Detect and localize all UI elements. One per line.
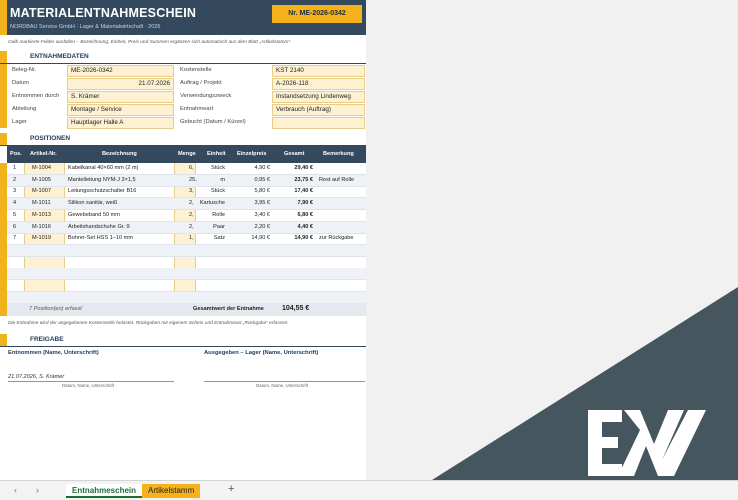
section-freigabe: FREIGABE — [0, 334, 366, 347]
page-title: MATERIALENTNAHMESCHEIN — [10, 6, 197, 20]
tab-entnahmeschein[interactable]: Entnahmeschein — [66, 484, 143, 498]
cell-gesamt: 7,90 € — [297, 200, 313, 207]
tab-prev-icon[interactable]: ‹ — [14, 485, 17, 495]
field-gebucht[interactable] — [272, 117, 365, 129]
canvas-background — [366, 0, 738, 480]
left-accent-strip — [0, 64, 7, 128]
table-row[interactable]: 4 M-1011 Silikon sanitär, weiß 2, Kartusche 3… — [7, 198, 366, 211]
section-marker — [0, 133, 7, 145]
table-row[interactable] — [7, 244, 366, 257]
section-title: ENTNAHMEDATEN — [30, 53, 89, 60]
title-accent — [0, 0, 7, 35]
tab-next-icon[interactable]: › — [36, 485, 39, 495]
section-positionen: POSITIONEN — [0, 133, 366, 146]
section-title: FREIGABE — [30, 336, 64, 343]
field-label-datum: Datum — [12, 80, 30, 86]
ex-logo-icon — [588, 410, 706, 476]
total-value: 104,55 € — [282, 305, 310, 312]
table-row[interactable]: 3 M-1007 Leitungsschutzschalter B16 3, Stück… — [7, 186, 366, 199]
col-header-gesamt: Gesamt — [284, 151, 305, 157]
cell-bem: zur Rückgabe — [319, 235, 354, 242]
table-row[interactable] — [7, 257, 366, 269]
signature-caption-right: Datum, Name, Unterschrift — [256, 383, 308, 388]
document-number[interactable]: Nr. ME-2026-0342 — [272, 5, 362, 23]
company-subtitle: NORDBAU Service GmbH · Lager & Materialw… — [10, 24, 161, 30]
field-label-abteilung: Abteilung — [12, 106, 37, 112]
field-label-entnommen: Entnommen durch — [12, 93, 60, 99]
fill-hint: Gelb markierte Felder ausfüllen – Bezeic… — [8, 40, 292, 45]
signature-line-left — [8, 381, 174, 382]
signature-line-right — [204, 381, 365, 382]
col-header-bemerkung: Bemerkung — [323, 151, 354, 157]
field-label-verwendungszweck: Verwendungszweck — [180, 93, 232, 99]
field-label-lager: Lager — [12, 119, 27, 125]
table-row[interactable] — [7, 291, 366, 304]
cell-gesamt: 14,90 € — [294, 235, 313, 242]
section-marker — [0, 51, 7, 63]
left-accent-strip — [0, 163, 7, 303]
cell-gesamt: 23,75 € — [294, 176, 313, 183]
cell-bem: Rest auf Rolle — [319, 176, 355, 183]
field-entnommen-durch[interactable]: S. Krämer — [67, 91, 174, 103]
field-label-beleg: Beleg-Nr. — [12, 67, 37, 73]
tab-artikelstamm[interactable]: Artikelstamm — [142, 484, 201, 498]
table-header: Pos. Artikel-Nr. Bezeichnung Menge Einhe… — [7, 146, 366, 163]
col-header-bezeichnung: Bezeichnung — [102, 151, 137, 157]
table-row[interactable]: 6 M-1016 Arbeitshandschuhe Gr. 9 2, Paar 2,20… — [7, 221, 366, 234]
signature-label-ausgegeben: Ausgegeben – Lager (Name, Unterschrift) — [204, 350, 319, 356]
field-auftrag[interactable]: A-2026-118 — [272, 78, 365, 90]
col-header-einheit: Einheit — [207, 151, 226, 157]
field-verwendungszweck[interactable]: Instandsetzung Lindenweg — [272, 91, 365, 103]
worksheet[interactable]: MATERIALENTNAHMESCHEIN NORDBAU Service G… — [0, 0, 366, 480]
field-label-gebucht: Gebucht (Datum / Kürzel) — [180, 119, 246, 125]
col-header-menge: Menge — [178, 151, 196, 157]
sheet-tab-bar: ‹ › Entnahmeschein Artikelstamm + — [0, 480, 738, 500]
table-footer: 7 Position(en) erfasst Gesamtwert der En… — [7, 303, 366, 316]
field-label-kostenstelle: Kostenstelle — [180, 67, 212, 73]
position-count: 7 Position(en) erfasst — [29, 306, 82, 312]
cell-gesamt: 17,40 € — [294, 188, 313, 195]
field-beleg-nr[interactable]: ME-2026-0342 — [67, 65, 174, 77]
signature-caption-left: Datum, Name, Unterschrift — [62, 383, 114, 388]
field-entnahmeart[interactable]: Verbrauch (Auftrag) — [272, 104, 365, 116]
field-kostenstelle[interactable]: KST 2140 — [272, 65, 365, 77]
table-row[interactable]: 1 M-1004 Kabelkanal 40×60 mm (2 m) 6, Stück 4… — [7, 163, 366, 175]
section-title: POSITIONEN — [30, 135, 71, 142]
table-row[interactable]: 7 M-1019 Bohrer-Set HSS 1–10 mm 1, Satz 14,90… — [7, 233, 366, 246]
cell-gesamt: 29,40 € — [294, 165, 313, 171]
field-lager[interactable]: Hauptlager Halle A — [67, 117, 174, 129]
cell-gesamt: 4,40 € — [297, 223, 313, 230]
table-row[interactable]: 5 M-1013 Gewebeband 50 mm 2, Rolle 3,40 €6,80… — [7, 210, 366, 222]
cost-center-note: Die Entnahme wird der angegebenen Kosten… — [8, 321, 289, 326]
total-label: Gesamtwert der Entnahme — [193, 306, 264, 312]
section-entnahmedaten: ENTNAHMEDATEN — [0, 51, 366, 64]
col-header-pos: Pos. — [10, 151, 22, 157]
col-header-artikel: Artikel-Nr. — [30, 151, 57, 157]
table-row[interactable]: 2 M-1005 Mantelleitung NYM-J 3×1,5 25, m 0,95… — [7, 174, 366, 187]
signature-label-entnommen: Entnommen (Name, Unterschrift) — [8, 350, 99, 356]
section-marker — [0, 334, 7, 346]
add-sheet-icon[interactable]: + — [228, 483, 234, 495]
field-abteilung[interactable]: Montage / Service — [67, 104, 174, 116]
field-label-entnahmeart: Entnahmeart — [180, 106, 214, 112]
left-accent-strip — [0, 303, 7, 316]
cell-gesamt: 6,80 € — [297, 211, 313, 218]
table-row[interactable] — [7, 268, 366, 281]
field-datum[interactable]: 21.07.2026 — [67, 78, 174, 90]
table-row[interactable] — [7, 280, 366, 292]
col-header-einzelpreis: Einzelpreis — [237, 151, 267, 157]
signature-entnommen-value[interactable]: 21.07.2026, S. Krämer — [8, 374, 64, 380]
field-label-auftrag: Auftrag / Projekt — [180, 80, 222, 86]
